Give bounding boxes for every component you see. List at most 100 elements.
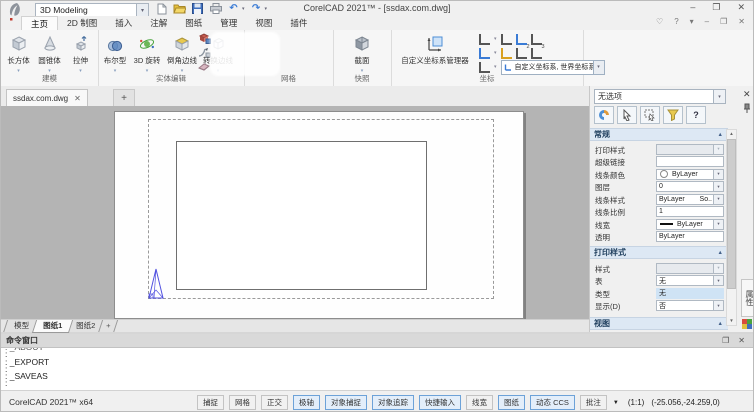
toggle-dynamic-ccs[interactable]: 动态 CCS xyxy=(530,395,575,410)
chevron-down-icon[interactable]: ▾ xyxy=(713,301,723,310)
restore-button[interactable]: ❐ xyxy=(712,2,720,13)
workspace-selector[interactable]: 3D Modeling ▾ xyxy=(35,3,149,17)
tab-view[interactable]: 视图 xyxy=(246,16,281,30)
toggle-lineweight[interactable]: 线宽 xyxy=(466,395,493,410)
ccs-axis-icon[interactable] xyxy=(531,34,542,45)
toggle-grid[interactable]: 网格 xyxy=(229,395,256,410)
cone-tool[interactable]: 圆锥体 ▾ xyxy=(34,33,65,74)
display-dropdown[interactable]: 否 ▾ xyxy=(656,300,724,311)
document-tab[interactable]: ssdax.com.dwg ✕ xyxy=(6,89,88,106)
pin-icon[interactable] xyxy=(743,103,751,114)
chevron-down-icon[interactable]: ▾ xyxy=(713,195,723,204)
toggle-polar[interactable]: 极轴 xyxy=(293,395,320,410)
boolean-tool[interactable]: 布尔型 ▾ xyxy=(100,33,130,74)
panel-scrollbar[interactable]: ▲ ▼ xyxy=(726,129,737,326)
ccs-manager-tool[interactable]: 自定义坐标系管理器 xyxy=(393,33,477,66)
section-tool[interactable]: 截面 ▾ xyxy=(347,33,377,74)
open-file-button[interactable] xyxy=(173,2,186,15)
chevron-down-icon[interactable]: ▾ xyxy=(494,50,497,56)
linescale-field[interactable]: 1 xyxy=(656,206,724,217)
chevron-down-icon[interactable]: ▾ xyxy=(494,36,497,42)
section-general[interactable]: 常规 ▲ xyxy=(590,128,728,141)
annotation-dropdown-icon[interactable]: ▼ xyxy=(613,400,619,406)
scroll-down-icon[interactable]: ▼ xyxy=(727,317,736,325)
new-document-button[interactable] xyxy=(155,2,168,15)
chamfer-edges-tool[interactable]: 倒角边线 ▾ xyxy=(164,33,200,74)
tab-insert[interactable]: 插入 xyxy=(106,16,141,30)
properties-palette-tab[interactable]: 属性 xyxy=(741,279,754,317)
chevron-down-icon[interactable]: ▾ xyxy=(713,90,725,103)
ccs-axis-view-icon[interactable] xyxy=(516,34,527,45)
palette-icon[interactable] xyxy=(742,319,752,329)
doc-minimize-button[interactable]: – xyxy=(705,17,709,26)
ccs-axis-3point-icon[interactable]: 3 xyxy=(531,48,542,59)
save-button[interactable] xyxy=(191,2,204,15)
ccs-axis-2point-icon[interactable]: 2 xyxy=(516,48,527,59)
linestyle-dropdown[interactable]: ByLayer So.. ▾ xyxy=(656,194,724,205)
minimize-button[interactable]: – xyxy=(690,2,695,13)
toggle-quick-input[interactable]: 快捷输入 xyxy=(419,395,461,410)
section-printstyle[interactable]: 打印样式 ▲ xyxy=(590,246,728,259)
section-view[interactable]: 视图 ▲ xyxy=(590,317,728,330)
selection-filter-dropdown[interactable]: 无选项 ▾ xyxy=(594,89,726,104)
chevron-down-icon[interactable]: ▾ xyxy=(713,170,723,179)
box-tool[interactable]: 长方体 ▾ xyxy=(3,33,34,74)
panel-close-icon[interactable]: ✕ xyxy=(743,89,751,100)
lineweight-dropdown[interactable]: ByLayer ▾ xyxy=(656,219,724,230)
tab-annotate[interactable]: 注解 xyxy=(141,16,176,30)
doc-close-button[interactable]: ✕ xyxy=(738,17,745,26)
layer-dropdown[interactable]: 0 ▾ xyxy=(656,181,724,192)
redo-dropdown-icon[interactable]: ▾ xyxy=(265,6,268,12)
ccs-axis-icon[interactable] xyxy=(479,34,490,45)
tab-home[interactable]: 主页 xyxy=(21,16,58,30)
tab-manage[interactable]: 管理 xyxy=(211,16,246,30)
chevron-down-icon[interactable]: ▾ xyxy=(713,182,723,191)
ccs-axis-entity-icon[interactable] xyxy=(479,48,490,59)
chevron-down-icon[interactable]: ▾ xyxy=(136,4,148,16)
command-history[interactable]: : _ABOUT : : _EXPORT : : _SAVEAS : xyxy=(1,348,753,392)
quick-select-button[interactable] xyxy=(663,106,683,124)
tab-2d-drafting[interactable]: 2D 制图 xyxy=(58,16,106,30)
print-button[interactable] xyxy=(209,2,222,15)
close-icon[interactable]: ✕ xyxy=(74,94,81,103)
command-prompt[interactable]: : xyxy=(1,380,753,387)
chevron-down-icon[interactable]: ▾ xyxy=(593,61,604,74)
command-window-header[interactable]: 命令窗口 ❐ ✕ xyxy=(1,334,753,348)
copy-properties-button[interactable] xyxy=(594,106,614,124)
doc-restore-button[interactable]: ❐ xyxy=(720,17,727,26)
command-window-restore-icon[interactable]: ❐ xyxy=(722,336,729,345)
select-elements-button[interactable] xyxy=(617,106,637,124)
toggle-snap[interactable]: 捕捉 xyxy=(197,395,224,410)
toggle-ortho[interactable]: 正交 xyxy=(261,395,288,410)
viewport-rect[interactable] xyxy=(176,141,427,290)
toggle-esnap[interactable]: 对象捕捉 xyxy=(325,395,367,410)
command-window-close-icon[interactable]: ✕ xyxy=(738,336,745,345)
extrude-tool[interactable]: 拉伸 ▾ xyxy=(65,33,96,74)
linecolor-dropdown[interactable]: ByLayer ▾ xyxy=(656,169,724,180)
scrollbar-thumb[interactable] xyxy=(727,139,736,289)
panel-help-button[interactable]: ? xyxy=(686,106,706,124)
ccs-axis-icon[interactable] xyxy=(501,34,512,45)
help-button[interactable]: ? xyxy=(674,17,678,26)
undo-dropdown-icon[interactable]: ▾ xyxy=(242,6,245,12)
tab-sheet[interactable]: 图纸 xyxy=(176,16,211,30)
undo-button[interactable]: ↶ xyxy=(227,2,240,15)
drawing-canvas[interactable] xyxy=(1,106,589,319)
toggle-annotation[interactable]: 批注 xyxy=(580,395,607,410)
marquee-select-button[interactable] xyxy=(640,106,660,124)
toggle-etrack[interactable]: 对象追踪 xyxy=(372,395,414,410)
toggle-sheet[interactable]: 图纸 xyxy=(498,395,525,410)
ccs-axis-face-icon[interactable] xyxy=(501,48,512,59)
chevron-down-icon[interactable]: ▾ xyxy=(713,276,723,285)
chevron-down-icon[interactable]: ▾ xyxy=(713,220,723,229)
feedback-icon[interactable]: ♡ xyxy=(656,17,663,26)
table-dropdown[interactable]: 无 ▾ xyxy=(656,275,724,286)
sheet-tab-sheet1[interactable]: 图纸1 xyxy=(32,320,73,333)
redo-button[interactable]: ↷ xyxy=(250,2,263,15)
hyperlink-field[interactable] xyxy=(656,156,724,167)
transparency-field[interactable]: ByLayer xyxy=(656,231,724,242)
ccs-axis-icon[interactable] xyxy=(479,62,490,73)
rotate-3d-tool[interactable]: 3D 旋转 ▾ xyxy=(130,33,164,74)
scroll-up-icon[interactable]: ▲ xyxy=(727,130,736,138)
close-button[interactable]: ✕ xyxy=(737,2,745,13)
